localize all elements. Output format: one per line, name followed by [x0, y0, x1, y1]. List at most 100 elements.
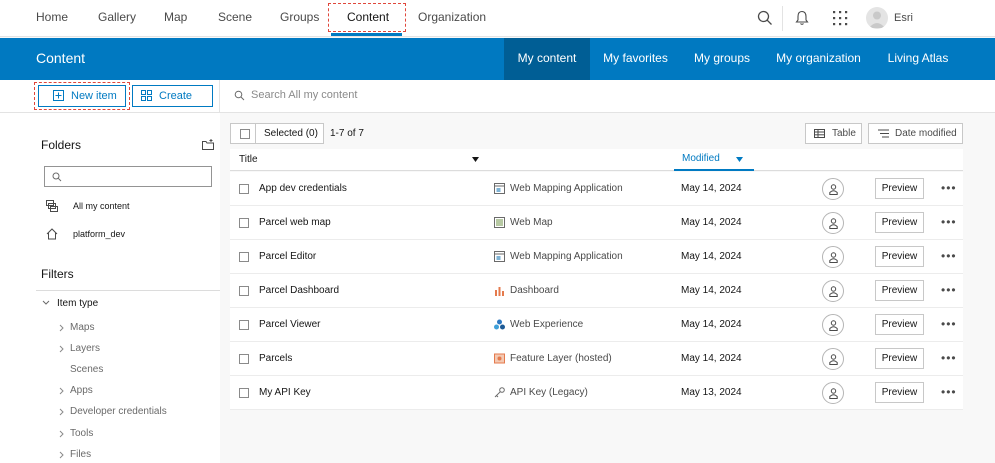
item-title[interactable]: Parcel Editor [259, 240, 316, 274]
app-launcher-icon[interactable] [831, 9, 849, 27]
column-title[interactable]: Title [239, 154, 258, 165]
filter-item-type[interactable]: Item type [57, 298, 98, 309]
person-icon [829, 286, 838, 297]
preview-button[interactable]: Preview [875, 314, 924, 335]
item-title[interactable]: App dev credentials [259, 172, 347, 206]
more-options-icon[interactable]: ••• [941, 274, 957, 306]
chevron-right-icon[interactable] [59, 451, 64, 459]
sharing-owner-button[interactable] [822, 212, 844, 234]
add-folder-icon[interactable] [202, 139, 214, 150]
user-avatar-icon [869, 11, 885, 28]
preview-button[interactable]: Preview [875, 212, 924, 233]
notifications-bell-icon[interactable] [793, 9, 811, 27]
create-app-button[interactable]: Create app [132, 85, 213, 122]
chevron-right-icon[interactable] [59, 387, 64, 395]
person-icon [829, 320, 838, 331]
caret-down-icon[interactable] [736, 157, 743, 162]
nav-groups[interactable]: Groups [280, 0, 319, 37]
item-title[interactable]: Parcel Viewer [259, 308, 321, 342]
nav-map[interactable]: Map [164, 0, 187, 37]
sharing-owner-button[interactable] [822, 246, 844, 268]
nav-home[interactable]: Home [36, 0, 68, 37]
tab-my-content[interactable]: My content [504, 38, 590, 80]
dashboard-icon [495, 287, 504, 296]
more-options-icon[interactable]: ••• [941, 342, 957, 374]
chevron-right-icon[interactable] [59, 408, 64, 416]
table-row[interactable]: Parcel Editor Web Mapping Application Ma… [230, 240, 963, 274]
preview-button[interactable]: Preview [875, 382, 924, 403]
table-view-label: Table [832, 128, 856, 139]
item-title[interactable]: Parcel Dashboard [259, 274, 339, 308]
item-title[interactable]: My API Key [259, 376, 311, 410]
item-type: Web Experience [510, 319, 584, 330]
table-icon [814, 129, 825, 138]
filter-developer-credentials[interactable]: Developer credentials [70, 406, 167, 417]
filter-layers[interactable]: Layers [70, 343, 100, 354]
select-all-button[interactable]: Selected (0) [230, 123, 324, 144]
folder-platform-dev[interactable]: platform_dev [73, 229, 125, 239]
row-checkbox[interactable] [239, 218, 249, 228]
row-checkbox[interactable] [239, 286, 249, 296]
preview-button[interactable]: Preview [875, 246, 924, 267]
sharing-owner-button[interactable] [822, 178, 844, 200]
chevron-right-icon[interactable] [59, 345, 64, 353]
search-icon[interactable] [756, 9, 774, 27]
sharing-owner-button[interactable] [822, 314, 844, 336]
search-icon [234, 90, 245, 101]
folder-search-input[interactable] [44, 166, 212, 187]
nav-scene[interactable]: Scene [218, 0, 252, 37]
sharing-owner-button[interactable] [822, 382, 844, 404]
row-checkbox[interactable] [239, 320, 249, 330]
row-checkbox[interactable] [239, 252, 249, 262]
nav-organization[interactable]: Organization [418, 0, 486, 37]
sharing-owner-button[interactable] [822, 280, 844, 302]
more-options-icon[interactable]: ••• [941, 172, 957, 204]
more-options-icon[interactable]: ••• [941, 206, 957, 238]
select-all-checkbox[interactable] [240, 129, 250, 139]
more-options-icon[interactable]: ••• [941, 240, 957, 272]
nav-gallery[interactable]: Gallery [98, 0, 136, 37]
tab-my-groups[interactable]: My groups [688, 38, 756, 80]
item-modified: May 14, 2024 [681, 285, 742, 296]
more-options-icon[interactable]: ••• [941, 376, 957, 408]
more-options-icon[interactable]: ••• [941, 308, 957, 340]
item-title[interactable]: Parcels [259, 342, 292, 376]
table-row[interactable]: Parcels Feature Layer (hosted) May 14, 2… [230, 342, 963, 376]
chevron-right-icon[interactable] [59, 324, 64, 332]
table-view-button[interactable]: Table [805, 123, 862, 144]
sort-lines-icon [878, 129, 889, 138]
filter-files[interactable]: Files [70, 449, 91, 460]
content-search-input[interactable]: Search All my content [251, 89, 357, 101]
filter-maps[interactable]: Maps [70, 322, 94, 333]
table-row[interactable]: My API Key API Key (Legacy) May 13, 2024… [230, 376, 963, 410]
row-checkbox[interactable] [239, 388, 249, 398]
sort-label: Date modified [895, 128, 957, 139]
table-row[interactable]: App dev credentials Web Mapping Applicat… [230, 172, 963, 206]
preview-button[interactable]: Preview [875, 280, 924, 301]
filter-apps[interactable]: Apps [70, 385, 93, 396]
table-row[interactable]: Parcel Dashboard Dashboard May 14, 2024 … [230, 274, 963, 308]
caret-down-icon[interactable] [472, 157, 479, 162]
tab-my-organization[interactable]: My organization [772, 38, 865, 80]
chevron-down-icon[interactable] [42, 300, 50, 306]
filter-tools[interactable]: Tools [70, 428, 93, 439]
column-modified[interactable]: Modified [682, 153, 720, 164]
item-title[interactable]: Parcel web map [259, 206, 331, 240]
user-name[interactable]: Esri [894, 0, 913, 36]
chevron-right-icon[interactable] [59, 430, 64, 438]
item-modified: May 14, 2024 [681, 251, 742, 262]
item-type: Web Mapping Application [510, 183, 623, 194]
tab-living-atlas[interactable]: Living Atlas [881, 38, 955, 80]
user-avatar[interactable] [866, 7, 888, 29]
row-checkbox[interactable] [239, 354, 249, 364]
table-row[interactable]: Parcel Viewer Web Experience May 14, 202… [230, 308, 963, 342]
preview-button[interactable]: Preview [875, 178, 924, 199]
sort-button[interactable]: Date modified [868, 123, 963, 144]
sharing-owner-button[interactable] [822, 348, 844, 370]
table-row[interactable]: Parcel web map Web Map May 14, 2024 Prev… [230, 206, 963, 240]
row-checkbox[interactable] [239, 184, 249, 194]
filter-scenes[interactable]: Scenes [70, 364, 103, 375]
folder-all-my-content[interactable]: All my content [73, 201, 130, 211]
tab-my-favorites[interactable]: My favorites [598, 38, 673, 80]
preview-button[interactable]: Preview [875, 348, 924, 369]
